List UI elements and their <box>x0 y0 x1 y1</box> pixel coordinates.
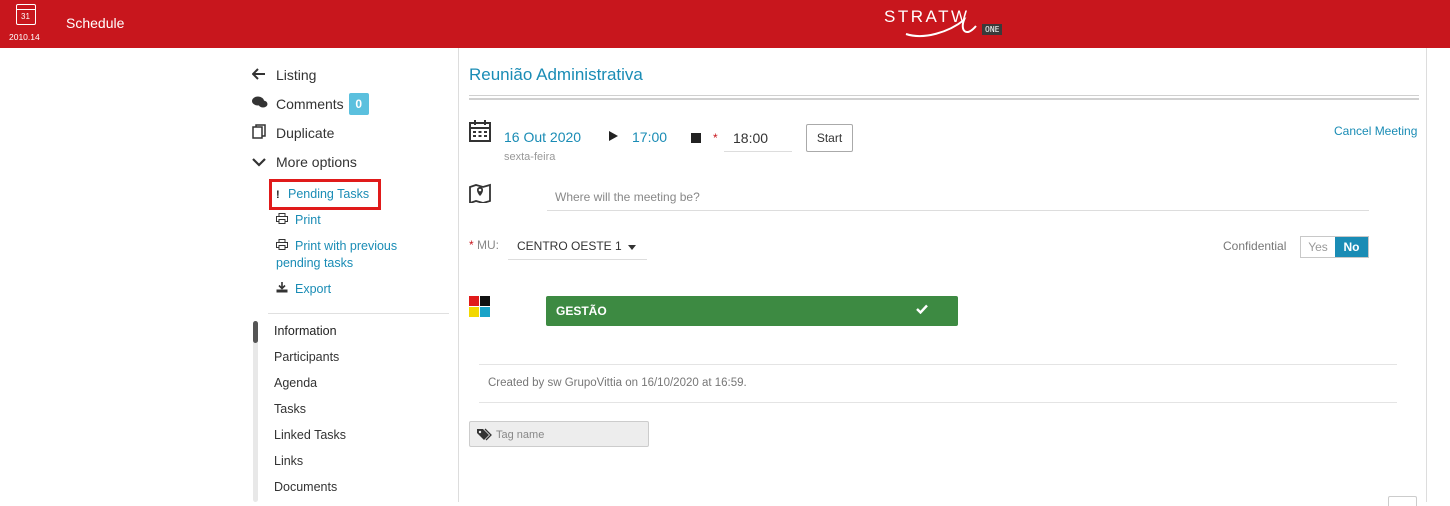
confidential-toggle[interactable]: Yes No <box>1300 236 1369 258</box>
submenu-label: Export <box>295 282 332 296</box>
mu-select[interactable]: CENTRO OESTE 1 <box>508 233 647 260</box>
meeting-weekday: sexta-feira <box>504 151 556 163</box>
location-input[interactable] <box>547 183 1369 211</box>
tag-field[interactable] <box>469 421 649 447</box>
confidential-yes-option[interactable]: Yes <box>1301 237 1335 257</box>
mu-label: * MU: <box>469 238 499 252</box>
play-icon <box>609 131 618 141</box>
menu-item-duplicate[interactable]: Duplicate <box>252 123 334 143</box>
section-link-information[interactable]: Information <box>274 324 337 338</box>
menu-item-label: Comments <box>276 96 344 112</box>
required-marker: * <box>713 131 718 145</box>
meeting-date[interactable]: 16 Out 2020 <box>504 129 581 145</box>
end-time-input[interactable] <box>724 124 792 152</box>
submenu-print-previous-pending-line2[interactable]: pending tasks <box>276 255 353 272</box>
section-link-participants[interactable]: Participants <box>274 350 339 364</box>
section-link-agenda[interactable]: Agenda <box>274 376 317 390</box>
title-divider <box>469 95 1419 100</box>
submenu-print-previous-pending[interactable]: Print with previous <box>276 238 397 256</box>
menu-item-listing[interactable]: Listing <box>251 65 317 85</box>
menu-item-comments[interactable]: Comments 0 <box>252 92 369 116</box>
map-location-icon <box>469 183 491 203</box>
section-scrollbar-track[interactable] <box>253 321 258 502</box>
section-link-documents[interactable]: Documents <box>274 480 337 494</box>
mu-label-text: MU: <box>477 238 500 252</box>
app-version: 2010.14 <box>9 32 40 42</box>
tags-icon <box>477 428 492 441</box>
brand-badge: ONE <box>982 24 1003 35</box>
print-icon <box>276 213 295 230</box>
cancel-meeting-link[interactable]: Cancel Meeting <box>1334 124 1417 138</box>
menu-item-more-options[interactable]: More options <box>252 152 357 172</box>
start-time[interactable]: 17:00 <box>632 129 667 145</box>
category-label: GESTÃO <box>556 304 607 318</box>
confidential-label: Confidential <box>1223 239 1287 253</box>
stop-icon <box>691 133 701 143</box>
mu-selected-value: CENTRO OESTE 1 <box>517 239 622 253</box>
download-icon <box>276 282 295 299</box>
category-color-icon <box>469 296 491 318</box>
submenu-label: Print <box>295 213 321 227</box>
menu-item-label: More options <box>276 154 357 170</box>
divider <box>479 402 1397 403</box>
print-icon <box>276 239 295 256</box>
comments-icon <box>252 96 276 112</box>
copy-icon <box>252 124 276 142</box>
check-icon <box>916 301 928 317</box>
confidential-no-option[interactable]: No <box>1334 237 1368 257</box>
chevron-down-icon <box>252 155 276 170</box>
calendar-icon <box>469 120 491 142</box>
start-button[interactable]: Start <box>806 124 853 152</box>
divider <box>479 364 1397 365</box>
app-title[interactable]: Schedule <box>66 15 124 31</box>
menu-divider <box>268 313 449 314</box>
required-marker: * <box>469 238 478 252</box>
submenu-print[interactable]: Print <box>276 212 321 230</box>
arrow-left-icon <box>251 67 276 83</box>
submenu-export[interactable]: Export <box>276 281 331 299</box>
calendar-icon: 31 <box>16 4 36 25</box>
submenu-label-line1: Print with previous <box>295 239 398 253</box>
section-link-links[interactable]: Links <box>274 454 303 468</box>
calendar-day: 31 <box>21 12 30 21</box>
created-info: Created by sw GrupoVittia on 16/10/2020 … <box>488 377 747 389</box>
menu-item-label: Duplicate <box>276 125 335 141</box>
tag-input[interactable] <box>496 426 644 443</box>
brand-swoosh-icon <box>905 16 977 38</box>
meeting-title: Reunião Administrativa <box>469 65 643 84</box>
category-gestao[interactable]: GESTÃO <box>546 296 958 326</box>
participants-action-button[interactable] <box>1388 496 1417 506</box>
menu-item-label: Listing <box>276 67 317 83</box>
section-scrollbar-thumb[interactable] <box>253 321 258 343</box>
section-link-linked-tasks[interactable]: Linked Tasks <box>274 428 346 442</box>
caret-down-icon <box>628 245 636 250</box>
section-link-tasks[interactable]: Tasks <box>274 402 306 416</box>
submenu-label-line2: pending tasks <box>276 256 354 270</box>
top-bar: 31 2010.14 Schedule STRATW ONE <box>0 0 1450 48</box>
comments-count-badge: 0 <box>348 93 369 115</box>
pending-tasks-highlight <box>269 179 381 210</box>
